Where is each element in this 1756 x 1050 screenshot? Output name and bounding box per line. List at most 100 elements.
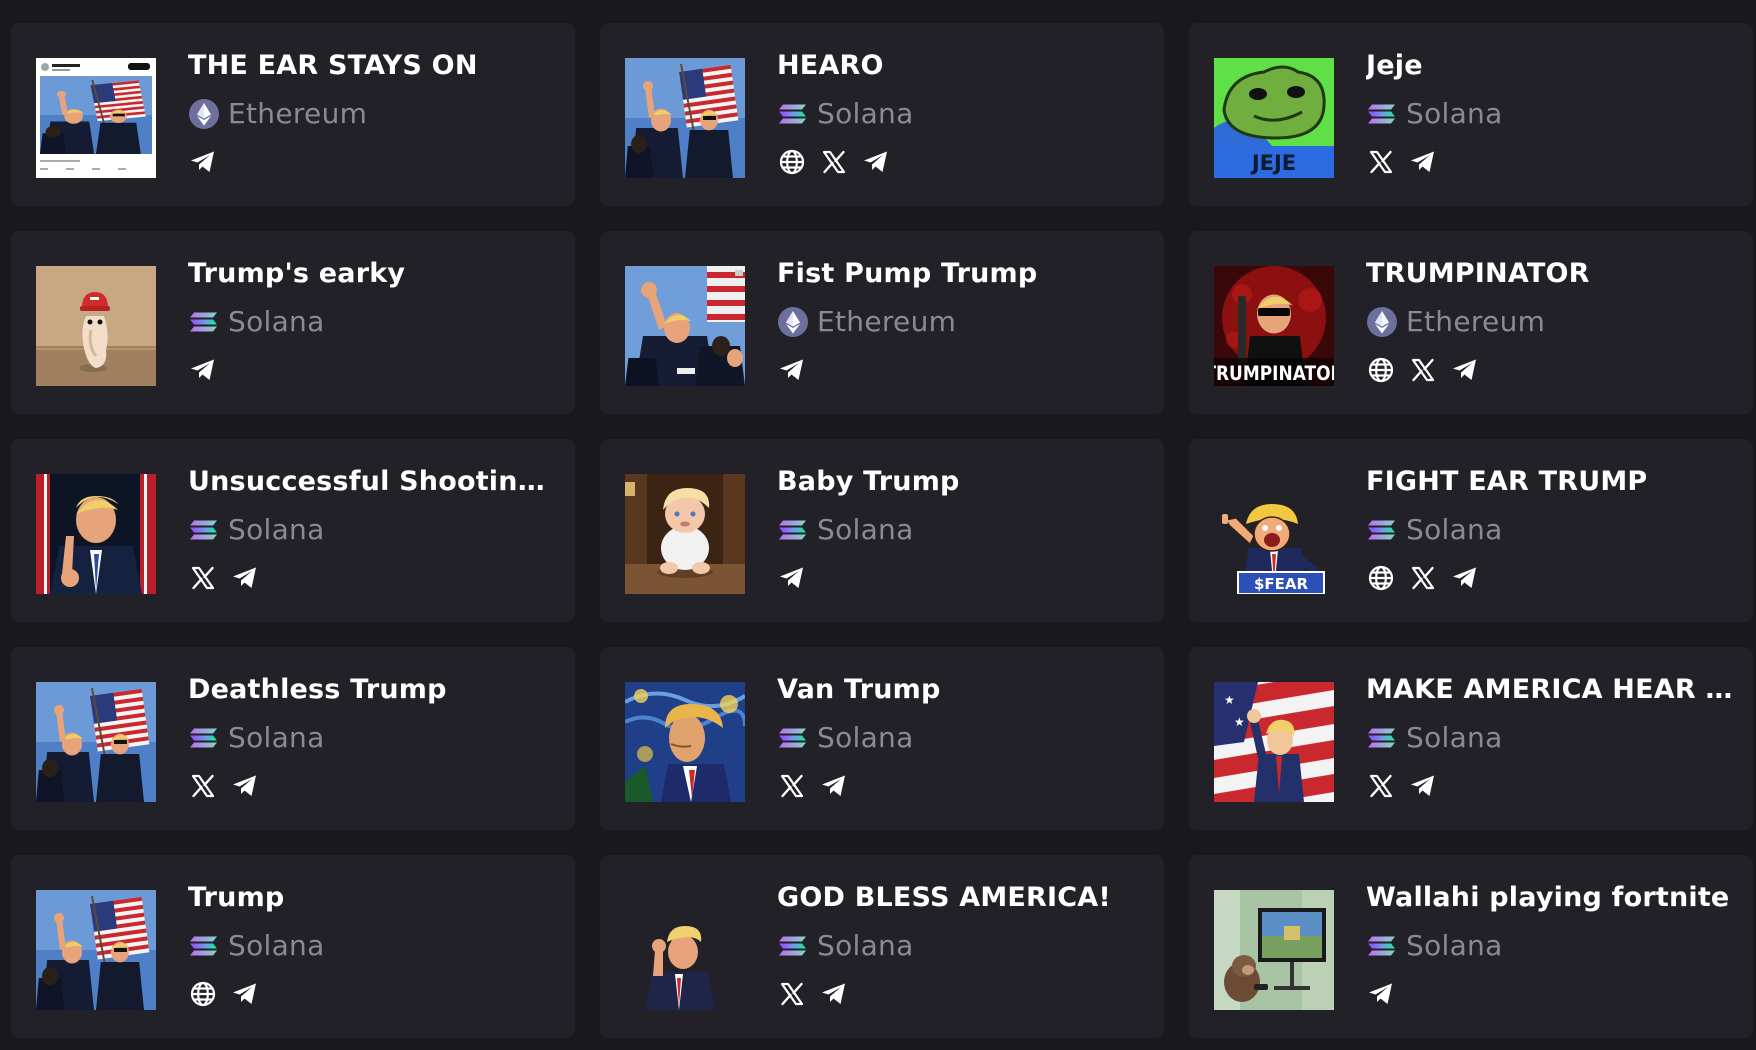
token-chain: Solana: [188, 514, 557, 546]
token-info: Wallahi playing fortnite Solana: [1366, 881, 1735, 1009]
token-thumbnail: [36, 682, 156, 802]
token-chain: Solana: [777, 98, 1146, 130]
token-title[interactable]: HEARO: [777, 49, 1146, 83]
token-title[interactable]: Trump: [188, 881, 557, 915]
token-thumbnail: [625, 890, 745, 1010]
telegram-icon[interactable]: [1408, 147, 1438, 177]
token-card[interactable]: Van Trump Solana: [600, 647, 1164, 830]
token-card[interactable]: TRUMPINATOR TRUMPINATOR Ethereum: [1189, 231, 1753, 414]
token-chain: Solana: [188, 930, 557, 962]
x-twitter-icon[interactable]: [819, 147, 849, 177]
token-thumbnail: [36, 266, 156, 386]
x-twitter-icon[interactable]: [1366, 771, 1396, 801]
chain-name: Ethereum: [1406, 305, 1546, 338]
telegram-icon[interactable]: [819, 771, 849, 801]
token-card[interactable]: GOD BLESS AMERICA! Solana: [600, 855, 1164, 1038]
solana-icon: [777, 930, 809, 962]
x-twitter-icon[interactable]: [188, 563, 218, 593]
token-title[interactable]: Jeje: [1366, 49, 1735, 83]
x-twitter-icon[interactable]: [188, 771, 218, 801]
telegram-icon[interactable]: [1366, 979, 1396, 1009]
telegram-icon[interactable]: [777, 563, 807, 593]
telegram-icon[interactable]: [819, 979, 849, 1009]
x-twitter-icon[interactable]: [1366, 147, 1396, 177]
token-title[interactable]: TRUMPINATOR: [1366, 257, 1735, 291]
social-links: [1366, 355, 1735, 385]
x-twitter-icon[interactable]: [1408, 355, 1438, 385]
chain-name: Solana: [817, 97, 914, 130]
token-title[interactable]: THE EAR STAYS ON: [188, 49, 557, 83]
telegram-icon[interactable]: [777, 355, 807, 385]
token-thumbnail: TRUMPINATOR: [1214, 266, 1334, 386]
social-links: [1366, 979, 1735, 1009]
chain-name: Solana: [817, 929, 914, 962]
telegram-icon[interactable]: [1450, 355, 1480, 385]
token-chain: Solana: [188, 722, 557, 754]
token-card[interactable]: Trump's earky Solana: [11, 231, 575, 414]
token-title[interactable]: Fist Pump Trump: [777, 257, 1146, 291]
token-card[interactable]: $FEAR FIGHT EAR TRUMP Solana: [1189, 439, 1753, 622]
telegram-icon[interactable]: [230, 979, 260, 1009]
chain-name: Solana: [228, 721, 325, 754]
thumb-text: JEJE: [1250, 151, 1296, 175]
token-thumbnail: JEJE: [1214, 58, 1334, 178]
website-globe-icon[interactable]: [188, 979, 218, 1009]
token-title[interactable]: MAKE AMERICA HEAR AG...: [1366, 673, 1735, 707]
token-title[interactable]: GOD BLESS AMERICA!: [777, 881, 1146, 915]
token-title[interactable]: Wallahi playing fortnite: [1366, 881, 1735, 915]
token-chain: Solana: [777, 930, 1146, 962]
ethereum-icon: [1366, 306, 1398, 338]
token-info: THE EAR STAYS ON Ethereum: [188, 49, 557, 177]
website-globe-icon[interactable]: [777, 147, 807, 177]
website-globe-icon[interactable]: [1366, 355, 1396, 385]
token-title[interactable]: FIGHT EAR TRUMP: [1366, 465, 1735, 499]
x-twitter-icon[interactable]: [777, 979, 807, 1009]
solana-icon: [777, 98, 809, 130]
solana-icon: [1366, 98, 1398, 130]
token-info: GOD BLESS AMERICA! Solana: [777, 881, 1146, 1009]
token-title[interactable]: Van Trump: [777, 673, 1146, 707]
social-links: [1366, 771, 1735, 801]
chain-name: Solana: [817, 513, 914, 546]
token-card[interactable]: Unsuccessful Shooting ... Solana: [11, 439, 575, 622]
chain-name: Solana: [1406, 513, 1503, 546]
token-card[interactable]: JEJE Jeje Solana: [1189, 23, 1753, 206]
token-title[interactable]: Deathless Trump: [188, 673, 557, 707]
token-card[interactable]: Wallahi playing fortnite Solana: [1189, 855, 1753, 1038]
token-card[interactable]: Fist Pump Trump Ethereum: [600, 231, 1164, 414]
token-title[interactable]: Unsuccessful Shooting ...: [188, 465, 557, 499]
token-card[interactable]: ★ ★ MAKE AMERICA HEAR AG...: [1189, 647, 1753, 830]
token-title[interactable]: Trump's earky: [188, 257, 557, 291]
website-globe-icon[interactable]: [1366, 563, 1396, 593]
telegram-icon[interactable]: [1450, 563, 1480, 593]
token-card[interactable]: Trump Solana: [11, 855, 575, 1038]
x-twitter-icon[interactable]: [777, 771, 807, 801]
telegram-icon[interactable]: [861, 147, 891, 177]
chain-name: Solana: [1406, 721, 1503, 754]
solana-icon: [188, 722, 220, 754]
telegram-icon[interactable]: [188, 147, 218, 177]
token-chain: Ethereum: [1366, 306, 1735, 338]
token-card[interactable]: Deathless Trump Solana: [11, 647, 575, 830]
token-thumbnail: [625, 474, 745, 594]
token-info: Baby Trump Solana: [777, 465, 1146, 593]
token-card[interactable]: THE EAR STAYS ON Ethereum: [11, 23, 575, 206]
token-chain: Solana: [1366, 98, 1735, 130]
telegram-icon[interactable]: [230, 563, 260, 593]
token-title[interactable]: Baby Trump: [777, 465, 1146, 499]
token-card[interactable]: Baby Trump Solana: [600, 439, 1164, 622]
token-thumbnail: [36, 890, 156, 1010]
telegram-icon[interactable]: [230, 771, 260, 801]
telegram-icon[interactable]: [188, 355, 218, 385]
telegram-icon[interactable]: [1408, 771, 1438, 801]
token-info: Deathless Trump Solana: [188, 673, 557, 801]
social-links: [777, 563, 1146, 593]
solana-icon: [1366, 930, 1398, 962]
top-strip: [0, 0, 1756, 6]
solana-icon: [188, 306, 220, 338]
token-grid: THE EAR STAYS ON Ethereum HEARO Solana J…: [11, 23, 1753, 1038]
x-twitter-icon[interactable]: [1408, 563, 1438, 593]
chain-name: Solana: [228, 513, 325, 546]
token-thumbnail: [625, 266, 745, 386]
token-card[interactable]: HEARO Solana: [600, 23, 1164, 206]
